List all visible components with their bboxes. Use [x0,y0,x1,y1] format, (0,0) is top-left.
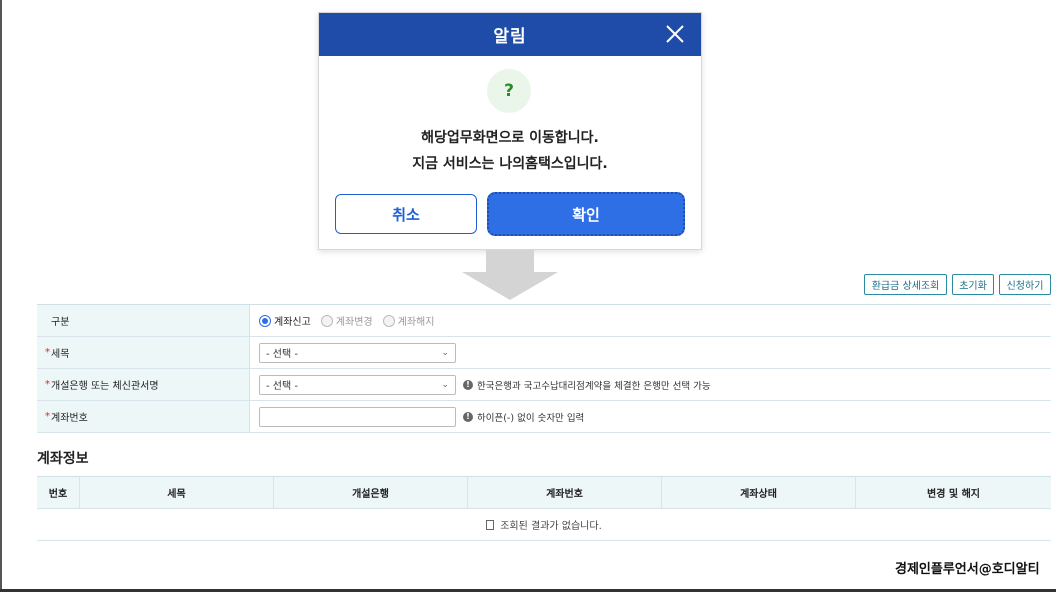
form-row-account: * 계좌번호 ! 하이픈(-) 없이 숫자만 입력 [37,401,1051,433]
radio-unselected-icon [320,314,333,327]
chevron-down-icon: ⌄ [441,347,449,358]
type-label: 구분 [37,305,250,336]
down-arrow-icon [462,250,558,300]
reset-button[interactable]: 초기화 [952,274,994,295]
frame-border-left [0,0,2,592]
bank-select[interactable]: - 선택 - ⌄ [259,374,456,395]
info-icon: ! [463,411,473,422]
form-row-type: 구분 계좌신고 계좌변경 계좌해지 [37,305,1051,337]
account-info-table: 번호 세목 개설은행 계좌번호 계좌상태 변경 및 해지 조회된 결과가 없습니… [37,476,1051,541]
modal-header: 알림 [319,13,701,56]
document-icon [486,519,495,530]
modal-message-line1: 해당업무화면으로 이동합니다. [421,130,599,146]
required-mark: * [45,347,50,358]
apply-button[interactable]: 신청하기 [999,274,1051,295]
radio-account-report[interactable]: 계좌신고 [259,313,311,328]
required-mark: * [45,411,50,422]
account-label: * 계좌번호 [37,401,250,432]
account-note: ! 하이픈(-) 없이 숫자만 입력 [463,410,584,424]
refund-detail-button[interactable]: 환급금 상세조회 [864,274,947,295]
radio-account-change[interactable]: 계좌변경 [320,313,373,328]
column-header: 세목 [80,477,274,508]
table-header: 번호 세목 개설은행 계좌번호 계좌상태 변경 및 해지 [37,477,1051,509]
close-icon[interactable] [663,22,687,46]
form-row-bank: * 개설은행 또는 체신관서명 - 선택 - ⌄ ! 한국은행과 국고수납대리점… [37,369,1051,401]
account-number-input[interactable] [259,406,456,427]
tax-select[interactable]: - 선택 - ⌄ [259,342,456,363]
cancel-button[interactable]: 취소 [335,194,477,234]
info-icon: ! [463,379,473,390]
required-mark: * [45,379,50,390]
account-form: 구분 계좌신고 계좌변경 계좌해지 * 세목 - 선택 - ⌄ * 개설은행 또… [37,304,1051,433]
column-header: 변경 및 해지 [927,489,980,500]
bank-label: * 개설은행 또는 체신관서명 [37,369,250,400]
account-info-title: 계좌정보 [37,451,89,467]
column-header: 계좌상태 [662,477,856,508]
chevron-down-icon: ⌄ [441,379,449,390]
column-header: 계좌번호 [468,477,662,508]
radio-account-close[interactable]: 계좌해지 [382,313,434,328]
bank-note: ! 한국은행과 국고수납대리점계약을 체결한 은행만 선택 가능 [463,378,711,392]
modal-message-line2: 지금 서비스는 나의홈택스입니다. [412,156,608,172]
column-header: 개설은행 [274,477,468,508]
alert-modal: 알림 ? 해당업무화면으로 이동합니다. 지금 서비스는 나의홈택스입니다. 취… [318,12,702,250]
radio-unselected-icon [382,314,395,327]
column-header: 번호 [37,477,80,508]
modal-title: 알림 [493,27,527,47]
watermark-text: 경제인플루언서@호디알티 [895,562,1040,577]
empty-row: 조회된 결과가 없습니다. [37,509,1051,541]
form-row-tax: * 세목 - 선택 - ⌄ [37,337,1051,369]
radio-selected-icon [259,314,271,327]
tax-label: * 세목 [37,337,250,368]
question-icon: ? [487,69,531,113]
confirm-button[interactable]: 확인 [487,192,685,236]
